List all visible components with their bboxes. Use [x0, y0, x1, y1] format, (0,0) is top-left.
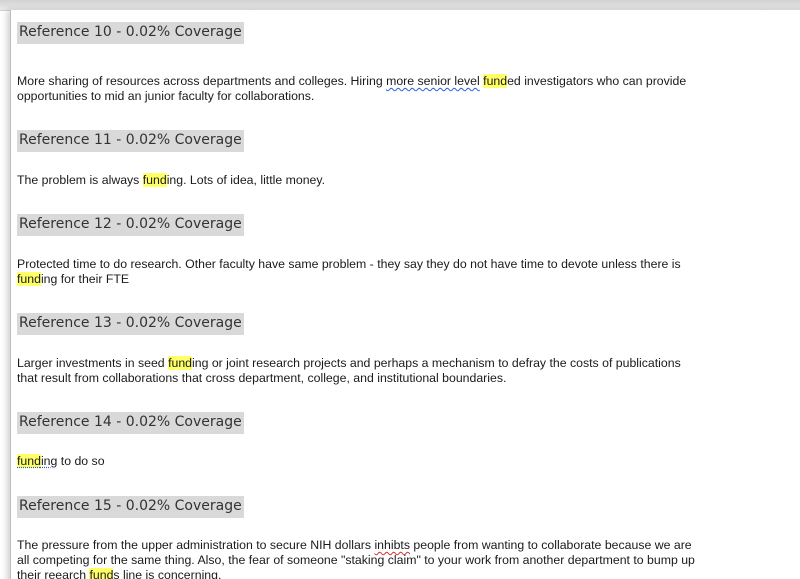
text-line: More sharing of resources across departm…: [17, 74, 686, 89]
text-run: The pressure from the upper administrati…: [17, 538, 375, 552]
text-line: funding for their FTE: [17, 272, 681, 287]
text-run: .: [218, 568, 222, 579]
highlighted-keyword: fund: [17, 272, 41, 286]
text-run: people from wanting to collaborate becau…: [410, 538, 692, 552]
spelling-flagged-text: reearch: [44, 568, 87, 579]
reference-12-heading: Reference 12 - 0.02% Coverage: [17, 214, 244, 236]
document-view: Reference 10 - 0.02% Coverage More shari…: [0, 0, 800, 579]
reference-10-text[interactable]: More sharing of resources across departm…: [17, 74, 686, 104]
text-run: Larger investments in seed: [17, 356, 169, 370]
text-line: all competing for the same thing. Also, …: [17, 553, 695, 567]
highlighted-keyword: fund: [483, 74, 508, 88]
reference-14-heading: Reference 14 - 0.02% Coverage: [17, 412, 244, 434]
text-line: Larger investments in seed funding or jo…: [17, 356, 681, 371]
grammar-flagged-text: concerning: [157, 568, 218, 579]
grammar-flagged-text: more senior level: [386, 74, 480, 88]
reference-15-heading: Reference 15 - 0.02% Coverage: [17, 496, 244, 518]
text-run: their: [17, 568, 45, 579]
text-line: Protected time to do research. Other fac…: [17, 257, 681, 271]
text-run: ing: [40, 454, 58, 468]
reference-11-heading: Reference 11 - 0.02% Coverage: [17, 130, 244, 152]
text-run: More sharing of resources across departm…: [17, 74, 387, 88]
reference-13-text[interactable]: Larger investments in seed funding or jo…: [17, 356, 681, 386]
reference-11-text[interactable]: The problem is always funding. Lots of i…: [17, 173, 325, 188]
highlighted-keyword: fund: [89, 568, 114, 579]
reference-13-heading: Reference 13 - 0.02% Coverage: [17, 313, 244, 335]
highlighted-keyword: fund: [168, 356, 192, 370]
reference-14-text[interactable]: funding to do so: [17, 454, 105, 469]
reference-10-heading: Reference 10 - 0.02% Coverage: [17, 22, 244, 44]
text-line: their reearch funds line is concerning.: [17, 568, 695, 579]
spelling-flagged-text: inhibts: [374, 538, 410, 552]
text-run: ed investigators who can provide: [507, 74, 687, 88]
document-page[interactable]: Reference 10 - 0.02% Coverage More shari…: [10, 10, 800, 579]
text-run: ing for their FTE: [40, 272, 130, 286]
text-line: that result from collaborations that cro…: [17, 371, 507, 385]
text-run: The problem is always: [17, 173, 143, 187]
text-line: opportunities to mid an junior faculty f…: [17, 89, 315, 103]
reference-12-text[interactable]: Protected time to do research. Other fac…: [17, 257, 681, 287]
text-run: to do so: [57, 454, 105, 468]
text-run: ing or joint research projects and perha…: [192, 356, 681, 370]
text-line: funding to do so: [17, 454, 105, 469]
highlighted-keyword: fund: [17, 454, 41, 468]
text-line: The problem is always funding. Lots of i…: [17, 173, 325, 188]
grammar-flagged-text: s line is: [113, 568, 158, 579]
highlighted-keyword: fund: [142, 173, 167, 187]
text-line: The pressure from the upper administrati…: [17, 538, 695, 553]
reference-15-text[interactable]: The pressure from the upper administrati…: [17, 538, 695, 579]
text-run: ing. Lots of idea, little money.: [166, 173, 326, 187]
